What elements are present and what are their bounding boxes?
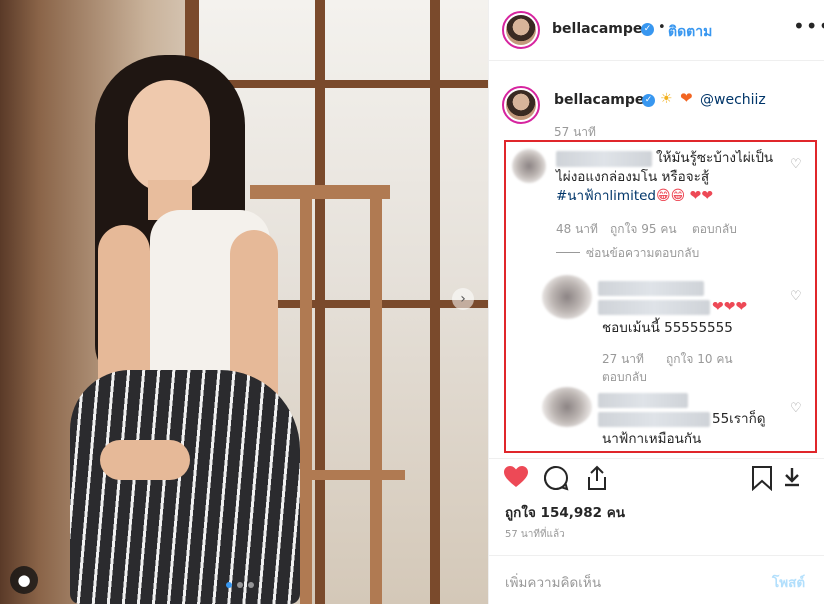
avatar <box>506 90 536 120</box>
comment-text-line: ให้มันรู้ซะบ้างไผ่เป็น <box>656 150 774 166</box>
comment-time[interactable]: 48 นาที <box>556 220 598 239</box>
caption-username[interactable]: bellacampen <box>554 92 654 108</box>
photo-stool <box>370 195 382 604</box>
reply-avatar[interactable] <box>542 387 592 427</box>
photo-stool <box>250 185 390 199</box>
highlighted-comment-thread: ให้มันรู้ซะบ้างไผ่เป็น ไผ่งอแงกล่องมโน ห… <box>504 140 817 453</box>
comment-avatar[interactable] <box>512 149 546 183</box>
reply-like-heart-icon[interactable]: ♡ <box>790 289 802 304</box>
reply-avatar[interactable] <box>542 275 592 319</box>
carousel-dot <box>248 582 254 588</box>
comment-reply-button[interactable]: ตอบกลับ <box>692 220 737 239</box>
comment-like-heart-icon[interactable]: ♡ <box>790 157 802 172</box>
post-header: bellacampen ✓ • ติดตาม ••• <box>489 0 824 61</box>
share-icon[interactable] <box>585 465 609 495</box>
post-action-bar <box>489 458 824 499</box>
comment-text-line: ไผ่งอแงกล่องมโน หรือจะสู้ <box>556 169 710 185</box>
reply-text-blurred <box>598 300 710 315</box>
reply-text: ชอบเม้นนี้ 55555555 <box>602 320 733 336</box>
post-username[interactable]: bellacampen <box>552 21 652 37</box>
add-comment-input[interactable]: เพิ่มความคิดเห็น <box>505 571 601 593</box>
post-likes-count[interactable]: ถูกใจ 154,982 คน <box>505 501 625 523</box>
photo-subject-hands <box>100 440 190 480</box>
reply-username-blurred[interactable] <box>598 393 688 408</box>
reply-likes-count[interactable]: ถูกใจ 10 คน <box>666 350 733 369</box>
more-horizontal-icon[interactable]: ••• <box>793 14 824 38</box>
reply-username-blurred[interactable] <box>598 281 704 296</box>
comment-username-blurred[interactable] <box>556 151 652 167</box>
post-side-panel: bellacampen ✓ • ติดตาม ••• bellacampen ✓… <box>488 0 824 604</box>
instagram-post-view: › ● bellacampen ✓ • ติดตาม ••• bellacamp… <box>0 0 824 604</box>
post-photo[interactable]: › ● <box>0 0 488 604</box>
photo-stool <box>300 195 312 604</box>
reply-reply-button[interactable]: ตอบกลับ <box>602 368 647 387</box>
carousel-next-icon[interactable]: › <box>452 288 474 310</box>
carousel-indicator <box>226 582 254 588</box>
orange-heart-emoji-icon: ❤ <box>680 89 693 107</box>
profile-avatar-ring[interactable] <box>502 11 540 49</box>
comment-hashtag-link[interactable]: #นาฟ้กาlimited <box>556 188 656 204</box>
bookmark-icon[interactable] <box>751 465 773 495</box>
carousel-dot <box>226 582 232 588</box>
reply-text-line: นาฟ้กาเหมือนกัน <box>602 431 702 447</box>
follow-button[interactable]: ติดตาม <box>668 21 712 43</box>
post-time-ago[interactable]: 57 นาทีที่แล้ว <box>505 527 565 542</box>
reply-hearts: ❤❤❤ <box>712 299 748 315</box>
reply-text-line: 55เราก็ดู <box>712 411 766 427</box>
add-comment-bar: เพิ่มความคิดเห็น โพสต์ <box>489 555 824 605</box>
caption-mention-link[interactable]: @wechiiz <box>700 92 766 108</box>
photo-subject-face <box>128 80 210 192</box>
caption-avatar-ring[interactable] <box>502 86 540 124</box>
post-comment-button[interactable]: โพสต์ <box>772 571 805 593</box>
carousel-dot <box>237 582 243 588</box>
reply-time[interactable]: 27 นาที <box>602 350 644 369</box>
comment-text-line: #นาฟ้กาlimited😁😁 ❤❤ <box>556 187 713 206</box>
comment-likes-count[interactable]: ถูกใจ 95 คน <box>610 220 677 239</box>
separator-dot: • <box>658 20 666 35</box>
reply-text-blurred <box>598 412 710 427</box>
avatar <box>506 15 536 45</box>
photo-subject-pants <box>70 370 300 604</box>
reply-like-heart-icon[interactable]: ♡ <box>790 401 802 416</box>
sun-face-emoji-icon: ☀ <box>660 91 673 107</box>
comment-icon[interactable] <box>543 465 569 495</box>
hide-replies-button[interactable]: ซ่อนข้อความตอบกลับ <box>586 244 699 263</box>
hide-replies-line <box>556 252 580 253</box>
download-icon[interactable] <box>783 467 801 491</box>
verified-badge-icon: ✓ <box>642 94 655 107</box>
verified-badge-icon: ✓ <box>641 23 654 36</box>
heart-filled-icon[interactable] <box>503 465 529 493</box>
comment-emoji-tail: 😁😁 ❤❤ <box>656 188 714 204</box>
tagged-user-icon[interactable]: ● <box>10 566 38 594</box>
